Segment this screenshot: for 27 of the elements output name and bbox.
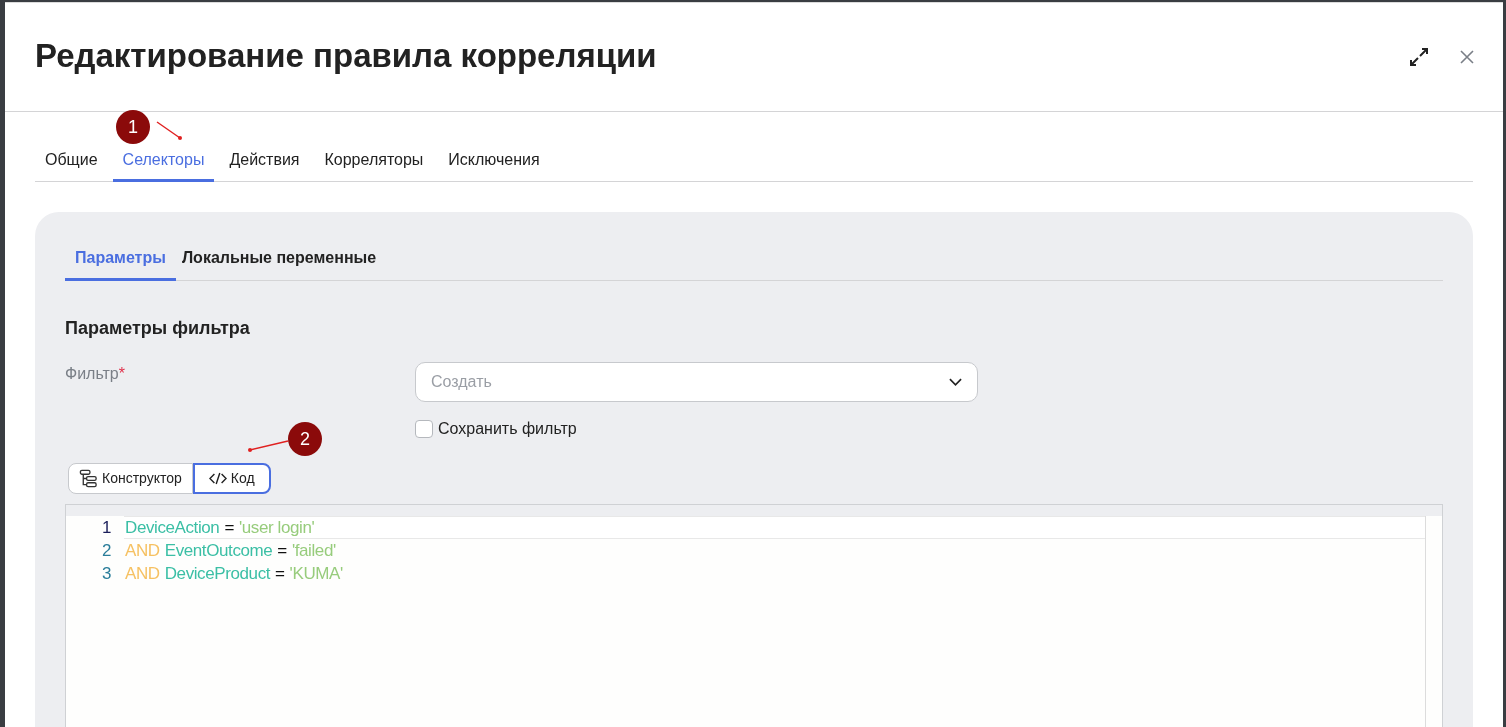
select-placeholder: Создать [431, 372, 493, 392]
arrow [248, 440, 289, 452]
tab[interactable]: Общие [35, 137, 108, 182]
line-number: 3 [100, 562, 112, 585]
line-number: 1 [100, 516, 112, 539]
arrow [156, 121, 182, 140]
mode-button[interactable]: Конструктор [68, 463, 193, 494]
code-editor[interactable]: 1 DeviceAction = 'user login' 2 AND EventOutcome = 'failed' 3 AND DeviceProduct = 'KUMA' [65, 504, 1443, 727]
tab[interactable]: Действия [219, 137, 310, 182]
expand-icon[interactable] [1409, 47, 1429, 67]
line-number: 2 [100, 539, 112, 562]
chevron-down-icon [949, 378, 962, 386]
checkbox[interactable] [415, 420, 433, 438]
mode-button[interactable]: Код [192, 463, 271, 494]
checkbox-label: Сохранить фильтр [438, 419, 577, 439]
tab[interactable]: Корреляторы [314, 137, 434, 182]
dialog-title: Редактирование правила корреляции [35, 36, 658, 77]
code-icon [208, 472, 227, 485]
tab[interactable]: Параметры [65, 234, 176, 281]
close-icon[interactable] [1459, 49, 1475, 65]
code-line: AND DeviceProduct = 'KUMA' [124, 562, 344, 585]
tab[interactable]: Исключения [438, 137, 550, 182]
field-label: Фильтр* [65, 365, 125, 382]
tree-icon [79, 469, 98, 488]
code-line: AND EventOutcome = 'failed' [124, 539, 337, 562]
section-title: Параметры фильтра [65, 317, 251, 340]
tab[interactable]: Локальные переменные [175, 234, 383, 281]
